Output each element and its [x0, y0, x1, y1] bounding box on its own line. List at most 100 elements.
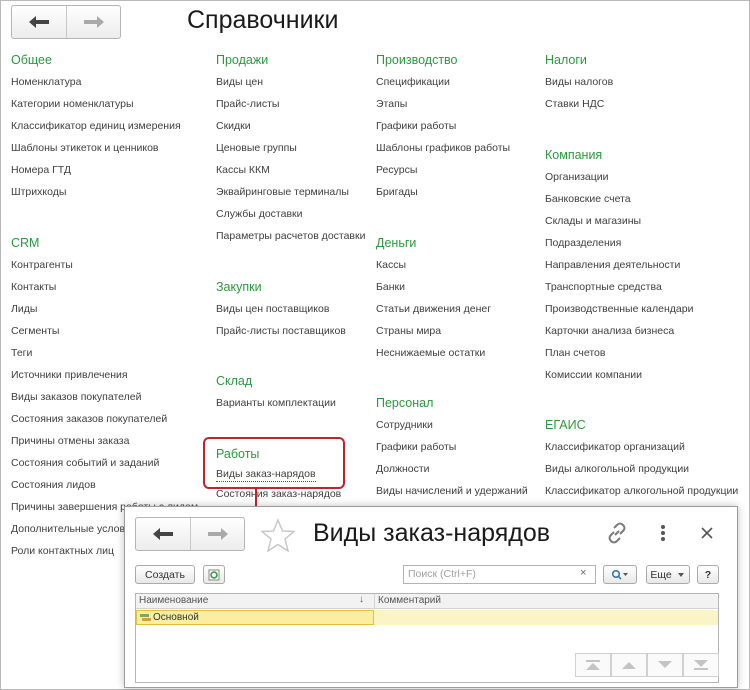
sub-back-button[interactable] — [136, 518, 190, 550]
group-company: Компания Организации Банковские счета Ск… — [545, 148, 693, 386]
sub-forward-button[interactable] — [190, 518, 244, 550]
link-staff-schedules[interactable]: Графики работы — [376, 436, 528, 458]
search-clear-icon[interactable]: × — [580, 567, 586, 579]
link-countries[interactable]: Страны мира — [376, 320, 491, 342]
link-positions[interactable]: Должности — [376, 458, 528, 480]
link-supplier-price-types[interactable]: Виды цен поставщиков — [216, 298, 346, 320]
link-vehicles[interactable]: Транспортные средства — [545, 276, 693, 298]
link-cashflow-items[interactable]: Статьи движения денег — [376, 298, 491, 320]
link-accruals[interactable]: Виды начислений и удержаний — [376, 480, 528, 502]
link-label-templates[interactable]: Шаблоны этикеток и ценников — [11, 137, 181, 159]
link-vat-rates[interactable]: Ставки НДС — [545, 93, 613, 115]
group-title-crm: CRM — [11, 236, 40, 250]
forward-button[interactable] — [66, 6, 120, 38]
table-row[interactable]: Основной — [136, 610, 718, 625]
more-label: Еще — [650, 568, 672, 581]
link-supplier-price-lists[interactable]: Прайс-листы поставщиков — [216, 320, 346, 342]
star-icon[interactable] — [259, 517, 297, 555]
link-chart-of-accounts[interactable]: План счетов — [545, 342, 693, 364]
link-acquiring-terminals[interactable]: Эквайринговые терминалы — [216, 181, 365, 203]
link-warehouses-shops[interactable]: Склады и магазины — [545, 210, 693, 232]
link-order-cancel-reasons[interactable]: Причины отмены заказа — [11, 430, 198, 452]
link-production-calendars[interactable]: Производственные календари — [545, 298, 693, 320]
link-cashboxes[interactable]: Кассы — [376, 254, 491, 276]
highlight-frame — [203, 437, 345, 489]
link-counterparties[interactable]: Контрагенты — [11, 254, 198, 276]
column-header-comment[interactable]: Комментарий — [378, 595, 441, 606]
close-icon[interactable] — [695, 521, 719, 545]
forward-arrow-icon — [83, 16, 104, 28]
link-delivery-params[interactable]: Параметры расчетов доставки — [216, 225, 365, 247]
link-nomenclature[interactable]: Номенклатура — [11, 71, 181, 93]
table-cell-name[interactable]: Основной — [136, 610, 374, 625]
last-page-button[interactable] — [683, 653, 719, 677]
link-segments[interactable]: Сегменты — [11, 320, 198, 342]
link-discounts[interactable]: Скидки — [216, 115, 365, 137]
work-order-types-window: Виды заказ-нарядов Создать Поиск (Ctrl+F… — [124, 506, 738, 688]
link-specifications[interactable]: Спецификации — [376, 71, 510, 93]
table-header: Наименование ↓ Комментарий — [136, 594, 718, 609]
group-production: Производство Спецификации Этапы Графики … — [376, 53, 510, 203]
group-title-warehouse: Склад — [216, 374, 253, 388]
link-kit-variants[interactable]: Варианты комплектации — [216, 392, 336, 414]
link-work-schedules[interactable]: Графики работы — [376, 115, 510, 137]
link-company-fees[interactable]: Комиссии компании — [545, 364, 693, 386]
link-sources[interactable]: Источники привлечения — [11, 364, 198, 386]
link-min-balances[interactable]: Неснижаемые остатки — [376, 342, 491, 364]
link-price-types[interactable]: Виды цен — [216, 71, 365, 93]
link-alcohol-classifier[interactable]: Классификатор алкогольной продукции — [545, 480, 738, 502]
refresh-button[interactable] — [203, 565, 225, 584]
link-alcohol-types[interactable]: Виды алкогольной продукции — [545, 458, 738, 480]
link-business-lines[interactable]: Направления деятельности — [545, 254, 693, 276]
link-units-classifier[interactable]: Классификатор единиц измерения — [11, 115, 181, 137]
more-vertical-icon[interactable] — [651, 521, 675, 545]
link-icon[interactable] — [605, 521, 629, 545]
link-cash-registers[interactable]: Кассы ККМ — [216, 159, 365, 181]
link-org-classifier[interactable]: Классификатор организаций — [545, 436, 738, 458]
link-bank-accounts[interactable]: Банковские счета — [545, 188, 693, 210]
link-departments[interactable]: Подразделения — [545, 232, 693, 254]
link-nomenclature-categories[interactable]: Категории номенклатуры — [11, 93, 181, 115]
group-title-taxes: Налоги — [545, 53, 587, 67]
link-organizations[interactable]: Организации — [545, 166, 693, 188]
help-button[interactable]: ? — [697, 565, 719, 584]
group-title-sales: Продажи — [216, 53, 269, 67]
link-business-cards[interactable]: Карточки анализа бизнеса — [545, 320, 693, 342]
create-button[interactable]: Создать — [135, 565, 195, 584]
group-title-egais: ЕГАИС — [545, 418, 586, 432]
column-header-name[interactable]: Наименование — [139, 595, 208, 606]
next-page-button[interactable] — [647, 653, 683, 677]
link-lead-states[interactable]: Состояния лидов — [11, 474, 198, 496]
first-page-button[interactable] — [575, 653, 611, 677]
link-brigades[interactable]: Бригады — [376, 181, 510, 203]
link-delivery-services[interactable]: Службы доставки — [216, 203, 365, 225]
link-resources[interactable]: Ресурсы — [376, 159, 510, 181]
search-input[interactable]: Поиск (Ctrl+F) — [403, 565, 596, 584]
link-price-groups[interactable]: Ценовые группы — [216, 137, 365, 159]
more-button[interactable]: Еще — [646, 565, 690, 584]
link-barcodes[interactable]: Штрихкоды — [11, 181, 181, 203]
forward-arrow-icon — [207, 528, 228, 540]
group-purchases: Закупки Виды цен поставщиков Прайс-листы… — [216, 280, 346, 342]
link-stages[interactable]: Этапы — [376, 93, 510, 115]
group-taxes: Налоги Виды налогов Ставки НДС — [545, 53, 613, 115]
link-order-types[interactable]: Виды заказов покупателей — [11, 386, 198, 408]
back-arrow-icon — [153, 528, 173, 540]
link-leads[interactable]: Лиды — [11, 298, 198, 320]
link-banks[interactable]: Банки — [376, 276, 491, 298]
page-title: Справочники — [187, 6, 339, 34]
search-button[interactable] — [603, 565, 637, 584]
link-schedule-templates[interactable]: Шаблоны графиков работы — [376, 137, 510, 159]
link-tax-types[interactable]: Виды налогов — [545, 71, 613, 93]
main-nav-buttons — [11, 5, 121, 39]
link-event-states[interactable]: Состояния событий и заданий — [11, 452, 198, 474]
prev-page-button[interactable] — [611, 653, 647, 677]
link-order-states[interactable]: Состояния заказов покупателей — [11, 408, 198, 430]
link-tags[interactable]: Теги — [11, 342, 198, 364]
back-button[interactable] — [12, 6, 66, 38]
link-employees[interactable]: Сотрудники — [376, 414, 528, 436]
link-price-lists[interactable]: Прайс-листы — [216, 93, 365, 115]
link-contacts[interactable]: Контакты — [11, 276, 198, 298]
group-title-general: Общее — [11, 53, 52, 67]
link-gtd-numbers[interactable]: Номера ГТД — [11, 159, 181, 181]
